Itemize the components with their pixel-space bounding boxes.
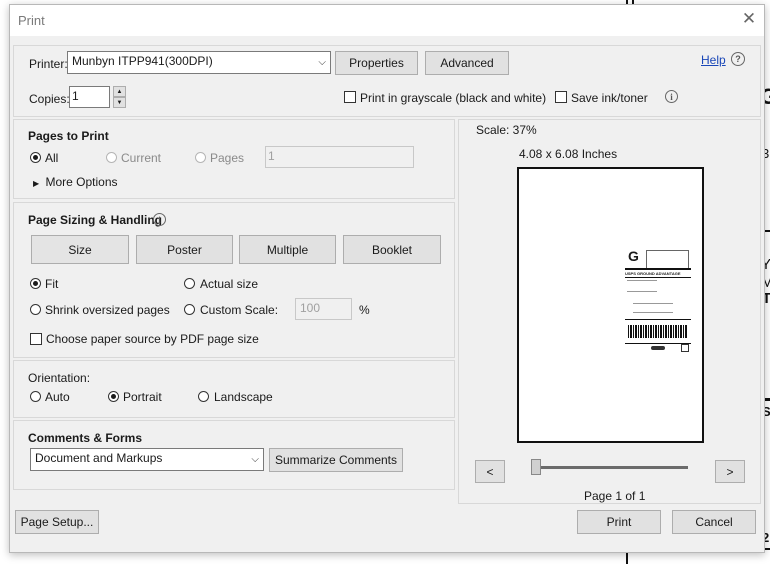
pages-label: Pages [210,151,245,165]
comments-select-value: Document and Markups [35,451,163,465]
preview-label-service: USPS GROUND ADVANTAGE [625,271,681,276]
pages-to-print-heading: Pages to Print [28,129,109,143]
custom-scale-input[interactable]: 100 [295,298,352,320]
preview-label: G USPS GROUND ADVANTAGE [625,248,691,358]
page-slider-track[interactable] [535,466,688,469]
auto-orientation-radio[interactable] [30,391,41,402]
triangle-right-icon: ▶ [33,179,40,188]
orientation-panel: Orientation: Auto Portrait Landscape [13,360,455,418]
previous-page-button[interactable]: < [475,460,505,483]
comments-forms-heading: Comments & Forms [28,431,143,445]
printer-label: Printer: [29,57,68,71]
shrink-oversized-label: Shrink oversized pages [45,303,170,317]
printer-panel: Printer: Munbyn ITPP941(300DPI) ⌵ Proper… [13,45,761,117]
page-preview: G USPS GROUND ADVANTAGE [517,167,704,443]
preview-label-logo [651,346,665,350]
printer-select[interactable]: Munbyn ITPP941(300DPI) ⌵ [67,51,331,74]
preview-label-qr [681,344,689,352]
preview-panel: Scale: 37% 4.08 x 6.08 Inches G USPS GRO… [458,119,761,504]
preview-label-address-lines [627,280,657,292]
page-setup-button[interactable]: Page Setup... [15,510,99,534]
current-page-radio[interactable] [106,152,117,163]
pages-radio[interactable] [195,152,206,163]
paper-source-checkbox[interactable] [30,333,42,345]
page-counter: Page 1 of 1 [584,489,646,503]
all-pages-radio[interactable] [30,152,41,163]
title-bar: Print ✕ [10,5,764,36]
poster-button[interactable]: Poster [136,235,233,264]
comments-forms-panel: Comments & Forms Document and Markups ⌵ … [13,420,455,490]
copies-stepper-down[interactable]: ▼ [113,97,126,108]
info-icon[interactable]: i [665,90,678,103]
shrink-oversized-radio[interactable] [30,304,41,315]
advanced-button[interactable]: Advanced [425,51,509,75]
grayscale-label: Print in grayscale (black and white) [360,91,547,105]
custom-scale-label: Custom Scale: [200,303,279,317]
properties-button[interactable]: Properties [335,51,418,75]
preview-label-rule [625,319,691,320]
next-page-button[interactable]: > [715,460,745,483]
print-dialog: Print ✕ Printer: Munbyn ITPP941(300DPI) … [9,4,765,553]
dialog-title: Print [18,13,45,28]
preview-label-rule [625,277,691,278]
copies-stepper-up[interactable]: ▲ [113,86,126,97]
preview-label-letter: G [628,248,639,264]
multiple-button[interactable]: Multiple [239,235,336,264]
landscape-label: Landscape [214,390,273,404]
scale-readout: Scale: 37% [476,123,537,137]
page-sizing-heading: Page Sizing & Handling [28,213,163,227]
chevron-down-icon: ⌵ [318,57,326,68]
page-sizing-panel: Page Sizing & Handling i Size Poster Mul… [13,202,455,358]
more-options-toggle[interactable]: ▶ More Options [33,175,118,189]
percent-label: % [359,303,370,317]
auto-orientation-label: Auto [45,390,70,404]
size-button[interactable]: Size [31,235,129,264]
booklet-button[interactable]: Booklet [343,235,441,264]
printer-select-value: Munbyn ITPP941(300DPI) [72,54,213,68]
chevron-down-icon: ⌵ [251,454,259,465]
copies-label: Copies: [29,92,70,106]
preview-label-rule [625,268,691,270]
save-ink-label: Save ink/toner [571,91,648,105]
landscape-radio[interactable] [198,391,209,402]
fit-label: Fit [45,277,59,291]
chevron-down-icon: ▼ [116,99,123,106]
current-page-label: Current [121,151,162,165]
grayscale-checkbox[interactable] [344,91,356,103]
save-ink-checkbox[interactable] [555,91,567,103]
pages-to-print-panel: Pages to Print All Current Pages 1 ▶ Mor… [13,119,455,199]
help-link[interactable]: Help [701,53,726,67]
more-options-label: More Options [45,175,118,189]
summarize-comments-button[interactable]: Summarize Comments [269,448,403,472]
comments-select[interactable]: Document and Markups ⌵ [30,448,264,471]
help-icon[interactable]: ? [731,52,745,66]
all-pages-label: All [45,151,59,165]
orientation-heading: Orientation: [28,371,91,385]
actual-size-label: Actual size [200,277,259,291]
copies-input[interactable]: 1 [69,86,110,108]
portrait-radio[interactable] [108,391,119,402]
cancel-button[interactable]: Cancel [672,510,756,534]
custom-scale-radio[interactable] [184,304,195,315]
fit-radio[interactable] [30,278,41,289]
info-icon[interactable]: i [153,213,166,226]
pages-range-input[interactable]: 1 [265,146,414,168]
page-slider-thumb[interactable] [531,459,541,475]
preview-label-barcode [628,325,688,338]
actual-size-radio[interactable] [184,278,195,289]
paper-size-readout: 4.08 x 6.08 Inches [519,147,618,161]
chevron-up-icon: ▲ [116,88,123,95]
portrait-label: Portrait [123,390,162,404]
preview-label-address-lines [633,303,673,313]
preview-label-postage-box [646,250,689,269]
close-icon[interactable]: ✕ [740,9,758,29]
print-button[interactable]: Print [577,510,661,534]
paper-source-label: Choose paper source by PDF page size [46,332,259,346]
